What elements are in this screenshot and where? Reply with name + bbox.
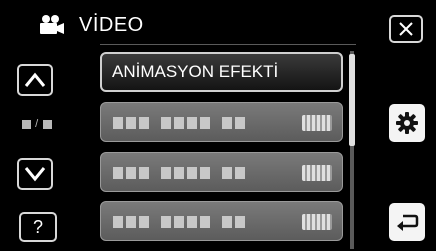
page-title: VİDEO [79,14,144,36]
menu-item-label-placeholder [113,167,245,179]
title-divider [100,44,356,45]
scroll-down-button[interactable] [17,158,53,190]
gear-icon [396,112,418,134]
menu-item-value-placeholder [302,115,332,131]
scrollbar-thumb[interactable] [349,54,355,146]
menu-item[interactable] [100,201,343,241]
total-pages-placeholder [43,119,53,129]
return-icon [397,214,419,231]
menu-item-label: ANİMASYON EFEKTİ [112,62,279,81]
current-page-placeholder [22,119,31,129]
menu-item[interactable] [100,152,343,192]
chevron-down-icon [24,167,46,182]
close-icon [399,22,413,36]
video-camera-icon [37,13,65,37]
help-button[interactable]: ? [19,212,57,242]
settings-button[interactable] [389,104,425,142]
scroll-up-button[interactable] [17,64,53,96]
menu-item-label-placeholder [113,117,245,129]
menu-item[interactable] [100,102,343,142]
menu-item-value-placeholder [302,165,332,181]
help-label: ? [32,216,43,237]
menu-item-animation-effect[interactable]: ANİMASYON EFEKTİ [100,52,343,92]
page-indicator: / [22,118,53,130]
close-button[interactable] [389,15,423,43]
page-separator: / [35,118,40,130]
back-button[interactable] [389,203,425,241]
menu-item-label-placeholder [113,216,245,228]
menu-item-value-placeholder [302,214,332,230]
chevron-up-icon [24,72,46,87]
